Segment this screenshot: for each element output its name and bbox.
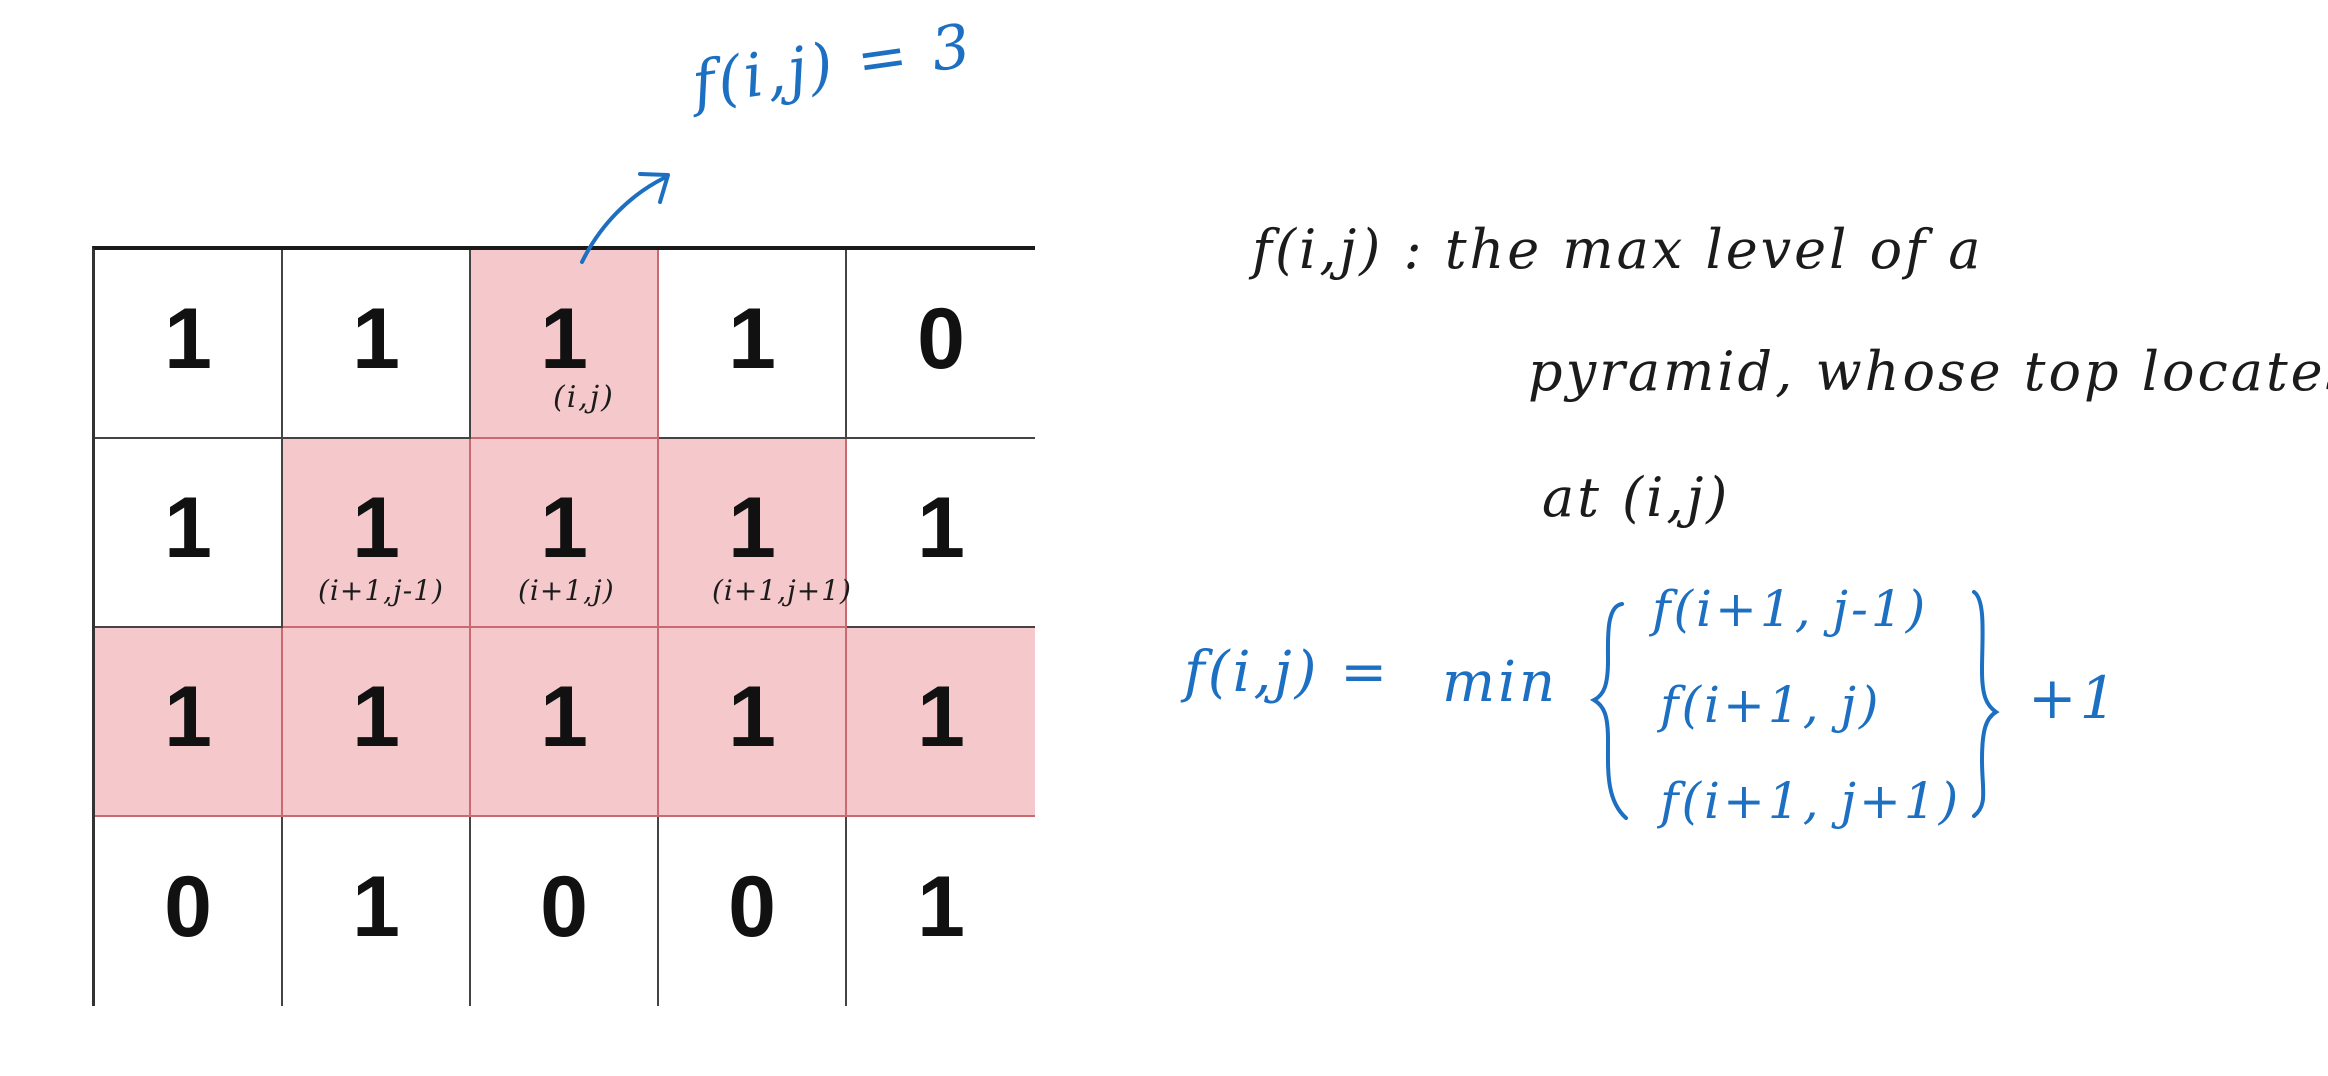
formula-min: min	[1442, 650, 1559, 715]
grid-cell: 1	[847, 817, 1035, 1006]
cell-value: 0	[164, 859, 212, 955]
cell-value: 1	[352, 669, 400, 765]
cell-value: 1	[917, 669, 965, 765]
cell-value: 1	[352, 480, 400, 576]
cell-value: 1	[728, 669, 776, 765]
formula-lhs: f(i,j) =	[1184, 640, 1391, 705]
cell-value: 1	[728, 480, 776, 576]
cell-value: 1	[164, 480, 212, 576]
cell-value: 1	[917, 480, 965, 576]
grid-cell: 1	[95, 628, 283, 817]
definition-line-3: at (i,j)	[1542, 466, 1731, 529]
result-annotation: f(i,j) = 3	[688, 10, 978, 120]
grid-cell: 0	[95, 817, 283, 1006]
right-brace	[1972, 590, 2000, 818]
grid-cell: 1	[283, 250, 471, 439]
cell-value: 0	[728, 859, 776, 955]
formula-term-3: f(i+1, j+1)	[1660, 772, 1962, 830]
cell-value: 1	[164, 669, 212, 765]
matrix-grid: 1 1 1 1 0 1 1 1 1 1 1 1 1 1 1 0 1 0 0 1	[92, 246, 1035, 1006]
formula-term-2: f(i+1, j)	[1660, 676, 1882, 734]
label-top-cell: (i,j)	[553, 380, 615, 415]
label-below-left: (i+1,j-1)	[318, 574, 444, 607]
grid-cell: 1	[847, 628, 1035, 817]
cell-value: 1	[540, 480, 588, 576]
grid-cell: 1	[95, 439, 283, 628]
cell-value: 1	[917, 859, 965, 955]
cell-value: 0	[540, 859, 588, 955]
grid-cell: 1	[659, 628, 847, 817]
grid-cell: 1	[283, 628, 471, 817]
formula-plus-one: +1	[2028, 664, 2120, 732]
grid-cell: 0	[847, 250, 1035, 439]
label-below-mid: (i+1,j)	[518, 574, 615, 607]
cell-value: 1	[352, 291, 400, 387]
grid-cell: 1	[659, 250, 847, 439]
cell-value: 0	[917, 291, 965, 387]
cell-value: 1	[728, 291, 776, 387]
grid-cell: 1	[283, 817, 471, 1006]
grid-cell: 1	[471, 628, 659, 817]
grid-cell: 1	[847, 439, 1035, 628]
definition-line-2: pyramid, whose top locates	[1528, 340, 2328, 403]
grid-cell: 0	[471, 817, 659, 1006]
label-below-right: (i+1,j+1)	[712, 574, 852, 607]
left-brace	[1589, 602, 1628, 820]
definition-line-1: f(i,j) : the max level of a	[1252, 218, 1984, 281]
formula-term-1: f(i+1, j-1)	[1652, 580, 1929, 638]
cell-value: 1	[164, 291, 212, 387]
cell-value: 1	[540, 669, 588, 765]
grid-cell: 0	[659, 817, 847, 1006]
cell-value: 1	[540, 291, 588, 387]
grid-cell: 1	[95, 250, 283, 439]
cell-value: 1	[352, 859, 400, 955]
